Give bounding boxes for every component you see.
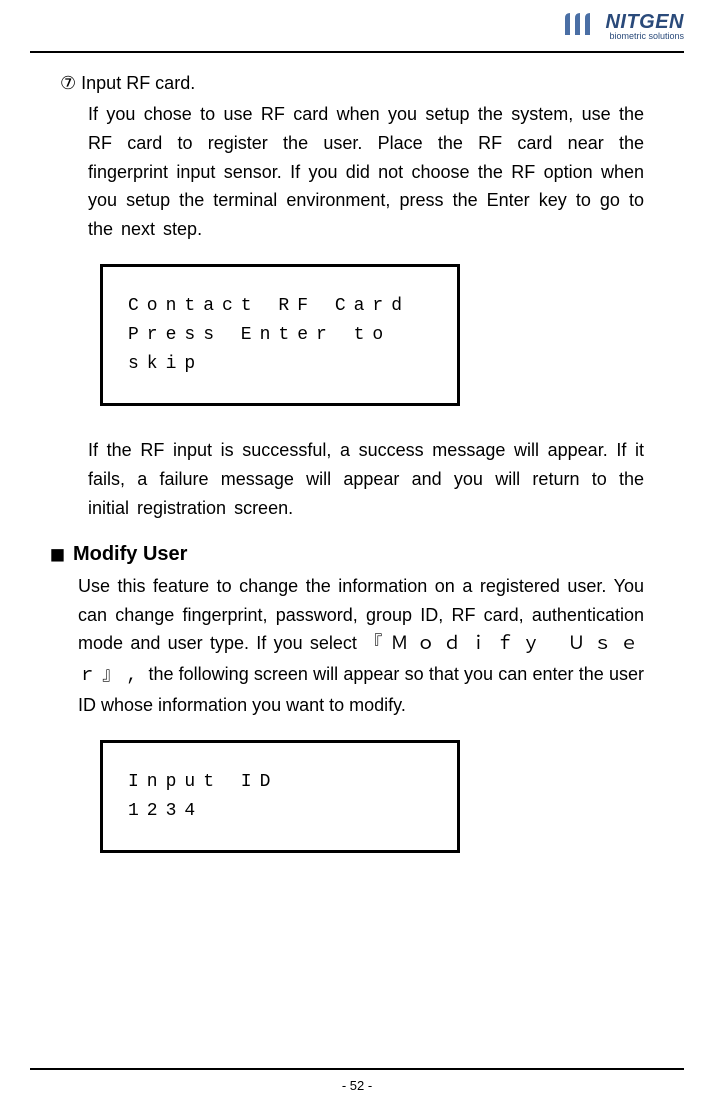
lcd-line: skip <box>128 350 432 379</box>
section-title: Modify User <box>73 543 187 566</box>
section-body: Use this feature to change the informati… <box>78 572 644 720</box>
step-header: ⑦ Input RF card. <box>60 73 644 94</box>
lcd-line: Contact RF Card <box>128 292 432 321</box>
lcd-line: 1234 <box>128 797 432 826</box>
step-title: Input RF card. <box>81 73 195 93</box>
lcd-display-1: Contact RF Card Press Enter to skip <box>100 264 460 406</box>
footer-divider <box>30 1068 684 1070</box>
logo-text: NITGEN biometric solutions <box>605 12 684 41</box>
logo-sub-text: biometric solutions <box>605 32 684 41</box>
step-body-1: If you chose to use RF card when you set… <box>88 100 644 244</box>
step-body-2: If the RF input is successful, a success… <box>88 436 644 522</box>
section-body-text-2: the following screen will appear so that… <box>78 664 644 715</box>
logo: NITGEN biometric solutions <box>562 10 684 43</box>
page-number: - 52 - <box>0 1078 714 1093</box>
section-header: ◼ Modify User <box>50 543 644 566</box>
lcd-line: Press Enter to <box>128 321 432 350</box>
content-area: ⑦ Input RF card. If you chose to use RF … <box>0 53 714 903</box>
page-footer: - 52 - <box>0 1068 714 1093</box>
step-number: ⑦ <box>60 73 76 93</box>
logo-icon <box>562 10 600 43</box>
lcd-line: Input ID <box>128 768 432 797</box>
section-bullet-icon: ◼ <box>50 544 65 565</box>
lcd-display-2: Input ID 1234 <box>100 740 460 854</box>
page-header: NITGEN biometric solutions <box>0 0 714 51</box>
logo-main-text: NITGEN <box>605 12 684 32</box>
